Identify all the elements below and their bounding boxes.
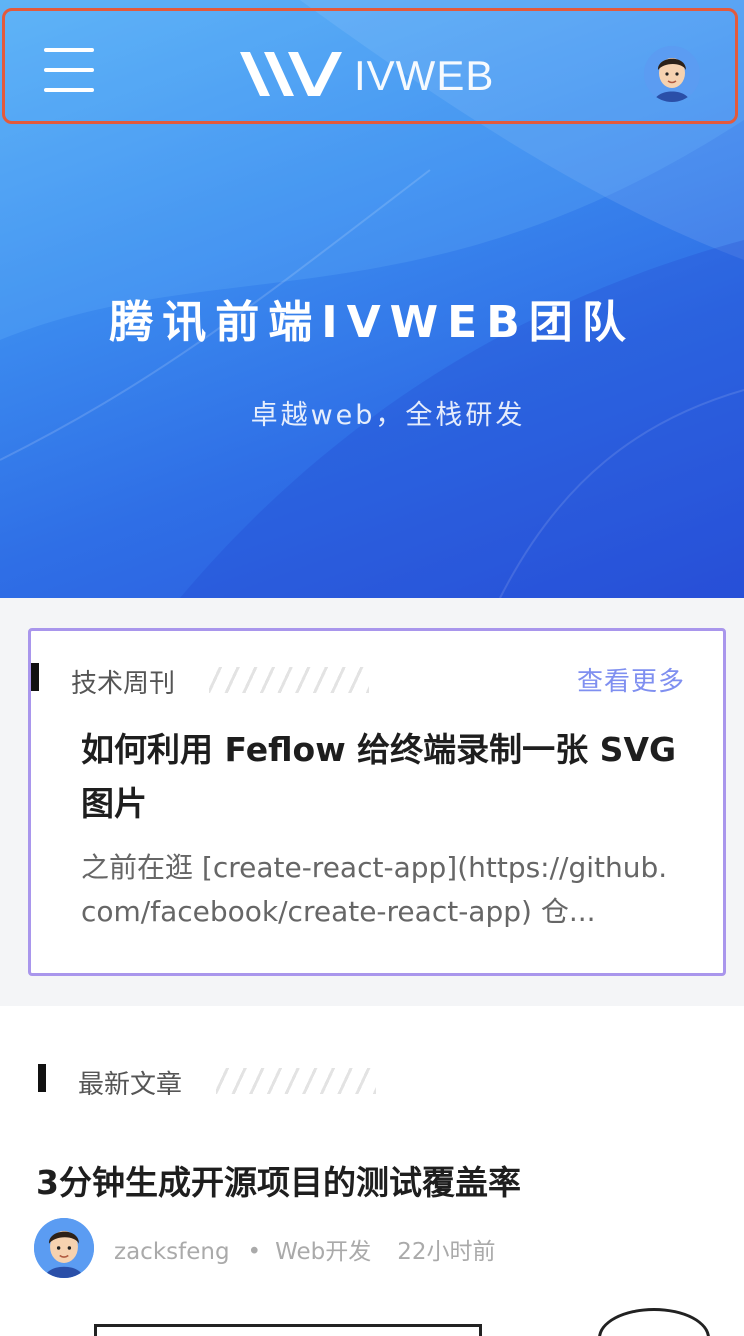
hero-subtitle: 卓越web，全栈研发 bbox=[250, 400, 526, 431]
weekly-card[interactable]: 技术周刊 查看更多 如何利用 Feflow 给终端录制一张 SVG 图片 之前在… bbox=[28, 628, 726, 976]
author-avatar[interactable] bbox=[34, 1218, 94, 1278]
view-more-link[interactable]: 查看更多 bbox=[577, 661, 685, 698]
hero-title: 腾讯前端IVWEB团队 bbox=[109, 297, 635, 348]
weekly-section-label: 技术周刊 bbox=[71, 669, 176, 699]
separator-dot: • bbox=[247, 1239, 262, 1265]
latest-articles-section: 最新文章 3分钟生成开源项目的测试覆盖率 zacksfeng • Web开发 22小时… bbox=[0, 1006, 744, 1336]
hatch-decoration bbox=[216, 1068, 376, 1094]
logo-text: IVWEB bbox=[354, 52, 495, 99]
ivweb-logo-mark-icon bbox=[240, 52, 342, 96]
hamburger-menu-icon[interactable] bbox=[44, 46, 96, 96]
hatch-decoration bbox=[209, 667, 369, 693]
article-title[interactable]: 3分钟生成开源项目的测试覆盖率 bbox=[36, 1156, 521, 1204]
user-avatar[interactable] bbox=[644, 46, 700, 102]
article-time: 22小时前 bbox=[397, 1239, 496, 1265]
article-thumbnail[interactable] bbox=[94, 1324, 482, 1336]
weekly-article-title[interactable]: 如何利用 Feflow 给终端录制一张 SVG 图片 bbox=[81, 723, 681, 831]
cartoon-face-icon bbox=[644, 46, 700, 102]
article-category[interactable]: Web开发 bbox=[275, 1239, 371, 1265]
latest-section-label: 最新文章 bbox=[78, 1070, 183, 1100]
weekly-article-summary: 之前在逛 [create-react-app](https://github.c… bbox=[81, 851, 668, 928]
article-meta: zacksfeng • Web开发 22小时前 bbox=[114, 1232, 500, 1266]
section-marker bbox=[38, 1064, 46, 1092]
section-marker bbox=[31, 663, 39, 691]
cartoon-face-icon bbox=[34, 1218, 94, 1278]
hero-banner: IVWEB 腾讯前端IVWEB团队 卓越web，全栈研发 bbox=[0, 0, 744, 598]
article-thumbnail-bubble bbox=[598, 1308, 710, 1336]
ivweb-logo[interactable]: IVWEB bbox=[238, 46, 508, 102]
author-name[interactable]: zacksfeng bbox=[114, 1239, 230, 1265]
